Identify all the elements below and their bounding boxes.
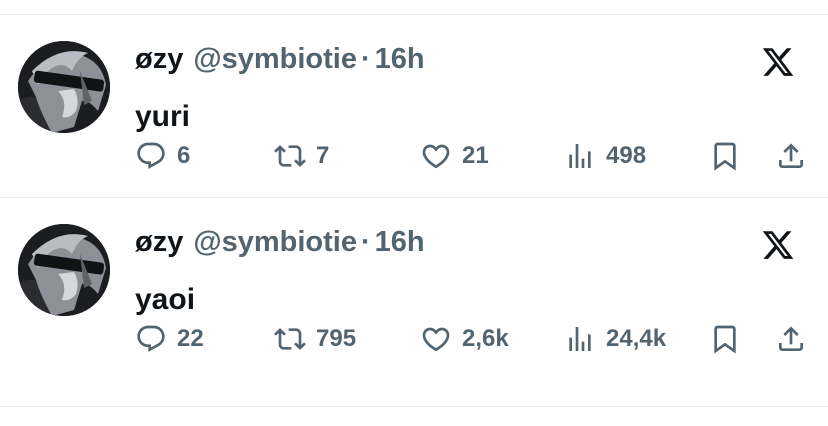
reply-button[interactable]: 6 bbox=[135, 139, 190, 173]
bookmark-button[interactable] bbox=[709, 322, 741, 356]
separator-dot: · bbox=[361, 226, 371, 258]
reply-icon bbox=[135, 323, 167, 355]
views-button[interactable]: 24,4k bbox=[564, 322, 666, 356]
reply-count: 22 bbox=[177, 325, 204, 352]
retweet-button[interactable]: 7 bbox=[274, 139, 329, 173]
retweet-icon bbox=[274, 323, 306, 355]
like-button[interactable]: 2,6k bbox=[420, 322, 509, 356]
like-button[interactable]: 21 bbox=[420, 139, 489, 173]
reply-icon bbox=[135, 140, 167, 172]
share-icon bbox=[775, 140, 807, 172]
bookmark-icon bbox=[709, 323, 741, 355]
tweet-actions: 6 7 21 498 bbox=[135, 139, 807, 173]
bookmark-button[interactable] bbox=[709, 139, 741, 173]
tweet-timestamp[interactable]: 16h bbox=[375, 224, 425, 260]
user-avatar[interactable] bbox=[18, 41, 110, 133]
view-count: 498 bbox=[606, 142, 647, 169]
tweet-timestamp[interactable]: 16h bbox=[375, 41, 425, 77]
tweet-header: øzy @symbiotie · 16h bbox=[135, 41, 425, 77]
tweet-text: yaoi bbox=[135, 283, 196, 316]
avatar-image bbox=[18, 41, 110, 133]
view-count: 24,4k bbox=[606, 325, 667, 352]
like-count: 21 bbox=[462, 142, 489, 169]
reply-count: 6 bbox=[177, 142, 191, 169]
like-count: 2,6k bbox=[462, 325, 509, 352]
retweet-icon bbox=[274, 140, 306, 172]
views-chart-icon bbox=[564, 323, 596, 355]
retweet-count: 7 bbox=[316, 142, 330, 169]
bookmark-icon bbox=[709, 140, 741, 172]
tweet-header: øzy @symbiotie · 16h bbox=[135, 224, 425, 260]
separator-dot: · bbox=[361, 43, 371, 75]
avatar-image bbox=[18, 224, 110, 316]
tweet[interactable]: øzy @symbiotie · 16h yaoi 22 795 2,6k 24… bbox=[0, 198, 828, 380]
retweet-count: 795 bbox=[316, 325, 357, 352]
x-logo-icon bbox=[761, 228, 795, 262]
display-name[interactable]: øzy bbox=[135, 224, 183, 260]
reply-button[interactable]: 22 bbox=[135, 322, 204, 356]
views-button[interactable]: 498 bbox=[564, 139, 646, 173]
user-handle[interactable]: @symbiotie bbox=[193, 224, 357, 260]
user-avatar[interactable] bbox=[18, 224, 110, 316]
display-name[interactable]: øzy bbox=[135, 41, 183, 77]
heart-icon bbox=[420, 140, 452, 172]
x-logo-icon bbox=[761, 45, 795, 79]
bottom-divider bbox=[0, 406, 828, 407]
views-chart-icon bbox=[564, 140, 596, 172]
tweet[interactable]: øzy @symbiotie · 16h yuri 6 7 21 498 bbox=[0, 15, 828, 197]
tweet-text: yuri bbox=[135, 100, 191, 133]
share-button[interactable] bbox=[775, 139, 807, 173]
share-icon bbox=[775, 323, 807, 355]
share-button[interactable] bbox=[775, 322, 807, 356]
tweet-actions: 22 795 2,6k 24,4k bbox=[135, 322, 807, 356]
heart-icon bbox=[420, 323, 452, 355]
retweet-button[interactable]: 795 bbox=[274, 322, 356, 356]
user-handle[interactable]: @symbiotie bbox=[193, 41, 357, 77]
